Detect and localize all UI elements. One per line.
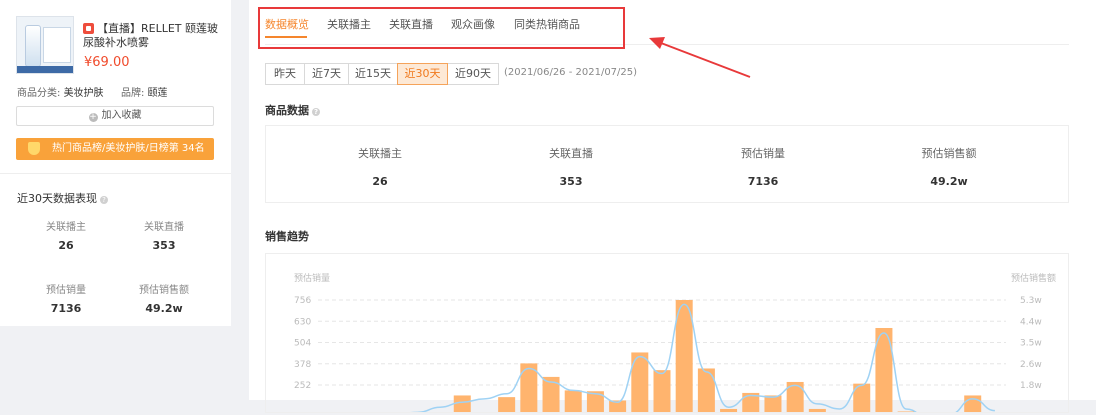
sales-trend-chart: 预估销量 预估销售额 756 5.3w 630 4.4w 504 3.5w 378 2.6w 252…: [265, 253, 1069, 415]
left-tick-label: 504: [294, 339, 311, 349]
brand-label: 品牌:: [121, 88, 145, 99]
range-90d-button[interactable]: 近90天: [447, 63, 499, 85]
right-tick-label: 4.4w: [1020, 317, 1042, 327]
rank-text: 热门商品榜/美妆护肤/日榜第 34名: [52, 143, 205, 154]
stat-label: 关联播主: [358, 147, 402, 160]
left-tick-label: 252: [294, 381, 311, 391]
left-axis-title: 预估销量: [294, 272, 330, 284]
product-box-graphic: [43, 27, 71, 63]
chart-bar: [498, 397, 516, 415]
product-data-title-text: 商品数据: [265, 104, 309, 117]
stat-lives: 关联直播 353: [501, 145, 641, 188]
sidebar-divider: [0, 173, 231, 174]
stat-value: 49.2w: [930, 175, 968, 188]
right-tick-label: 3.5w: [1020, 339, 1042, 349]
main-panel: 数据概览 关联播主 关联直播 观众画像 同类热销商品 昨天 近7天 近15天 近…: [249, 0, 1096, 415]
range-yesterday-button[interactable]: 昨天: [265, 63, 305, 85]
stat-value: 26: [372, 175, 388, 188]
sidebar-stat-label: 预估销售额: [139, 285, 189, 296]
help-icon[interactable]: ?: [100, 196, 108, 204]
brand-value: 颐莲: [147, 88, 168, 99]
highlight-box: [258, 7, 625, 49]
sidebar-stat-label: 关联播主: [46, 222, 86, 233]
category-value: 美妆护肤: [63, 88, 104, 99]
product-category: 商品分类: 美妆护肤: [17, 84, 104, 99]
range-15d-button[interactable]: 近15天: [348, 63, 398, 85]
stat-value: 7136: [747, 175, 779, 188]
chart-bar: [564, 390, 582, 415]
product-brand: 品牌: 颐莲: [121, 84, 168, 99]
stat-value: 353: [559, 175, 583, 188]
range-7d-button[interactable]: 近7天: [304, 63, 349, 85]
stat-label: 关联直播: [549, 147, 593, 160]
add-favorite-label: 加入收藏: [101, 110, 142, 121]
chart-bar: [720, 408, 738, 415]
stat-label: 预估销量: [741, 147, 785, 160]
sidebar-stat-value: 7136: [50, 302, 82, 315]
sidebar-stat-streamers: 关联播主 26: [16, 218, 116, 252]
date-range-text: (2021/06/26 - 2021/07/25): [504, 67, 638, 78]
chart-bar: [764, 395, 782, 415]
product-image-strip: [17, 66, 73, 73]
plus-icon: +: [88, 112, 98, 122]
right-tick-label: 2.6w: [1020, 360, 1042, 370]
stat-revenue: 预估销售额 49.2w: [879, 145, 1019, 188]
sidebar-stat-value: 353: [152, 239, 176, 252]
right-tick-label: 1.8w: [1020, 381, 1042, 391]
sidebar-stat-sales: 预估销量 7136: [16, 281, 116, 315]
chart-bar: [964, 395, 982, 415]
chart-bar: [675, 300, 693, 415]
sidebar-stat-lives: 关联直播 353: [114, 218, 214, 252]
sidebar-stat-revenue: 预估销售额 49.2w: [114, 281, 214, 315]
right-tick-label: 5.3w: [1020, 296, 1042, 306]
left-tick-label: 756: [294, 296, 311, 306]
product-sidebar: 【直播】RELLET 颐莲玻尿酸补水喷雾 ¥69.00 商品分类: 美妆护肤 品…: [0, 0, 231, 326]
chart-bar: [453, 395, 471, 415]
product-bottle-graphic: [25, 25, 41, 67]
sidebar-stat-label: 关联直播: [144, 222, 184, 233]
product-price: ¥69.00: [84, 55, 130, 70]
sidebar-stats-title: 近30天数据表现?: [17, 190, 108, 206]
left-tick-label: 630: [294, 317, 311, 327]
chart-bar: [808, 408, 826, 415]
help-icon[interactable]: ?: [312, 108, 320, 116]
range-30d-button[interactable]: 近30天: [397, 63, 448, 85]
chart-bar: [653, 370, 671, 415]
sales-trend-title: 销售趋势: [265, 230, 309, 243]
sidebar-stat-label: 预估销量: [46, 285, 86, 296]
stat-sales: 预估销量 7136: [693, 145, 833, 188]
sidebar-stat-value: 49.2w: [145, 302, 183, 315]
stat-streamers: 关联播主 26: [310, 145, 450, 188]
product-title[interactable]: 【直播】RELLET 颐莲玻尿酸补水喷雾: [83, 22, 223, 50]
right-axis-title: 预估销售额: [1011, 272, 1056, 284]
product-image[interactable]: [16, 16, 74, 74]
trophy-icon: [28, 142, 40, 155]
sidebar-stats-title-text: 近30天数据表现: [17, 192, 97, 205]
chart-bar: [897, 411, 915, 415]
left-tick-label: 378: [294, 360, 311, 370]
rank-banner[interactable]: 热门商品榜/美妆护肤/日榜第 34名: [16, 138, 214, 160]
add-favorite-button[interactable]: + 加入收藏: [16, 106, 214, 126]
product-data-card: 关联播主 26 关联直播 353 预估销量 7136 预估销售额 49.2w: [265, 125, 1069, 203]
stat-label: 预估销售额: [921, 147, 977, 160]
sidebar-stat-value: 26: [58, 239, 74, 252]
category-label: 商品分类:: [17, 88, 61, 99]
sales-chart-svg: 预估销量 预估销售额 756 5.3w 630 4.4w 504 3.5w 378 2.6w 252…: [294, 272, 1056, 415]
product-data-title: 商品数据?: [265, 102, 320, 118]
